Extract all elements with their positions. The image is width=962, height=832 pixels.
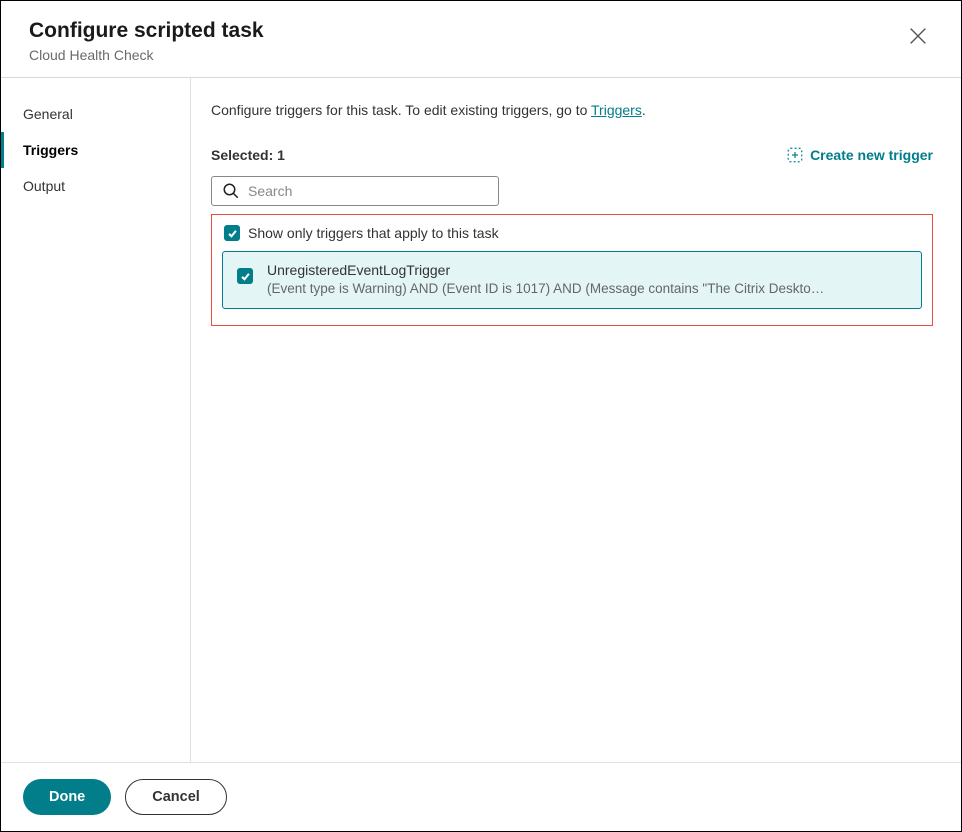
trigger-row[interactable]: UnregisteredEventLogTrigger (Event type …	[222, 251, 922, 309]
sidebar: General Triggers Output	[1, 78, 191, 762]
sidebar-item-output[interactable]: Output	[1, 168, 190, 204]
dialog-footer: Done Cancel	[1, 762, 961, 831]
add-icon	[786, 146, 804, 164]
trigger-description: (Event type is Warning) AND (Event ID is…	[267, 280, 827, 298]
main-panel: Configure triggers for this task. To edi…	[191, 78, 961, 762]
done-button[interactable]: Done	[23, 779, 111, 815]
dialog-subtitle: Cloud Health Check	[29, 47, 264, 63]
search-box[interactable]	[211, 176, 499, 206]
trigger-checkbox[interactable]	[237, 268, 253, 284]
check-icon	[227, 228, 238, 239]
create-trigger-button[interactable]: Create new trigger	[786, 146, 933, 164]
cancel-button[interactable]: Cancel	[125, 779, 227, 815]
check-icon	[240, 271, 251, 282]
filter-checkbox[interactable]	[224, 225, 240, 241]
selected-count: Selected: 1	[211, 147, 285, 163]
filter-label: Show only triggers that apply to this ta…	[248, 225, 499, 241]
highlighted-area: Show only triggers that apply to this ta…	[211, 214, 933, 326]
trigger-name: UnregisteredEventLogTrigger	[267, 262, 827, 278]
search-input[interactable]	[248, 183, 488, 199]
dialog-title: Configure scripted task	[29, 19, 264, 43]
sidebar-item-general[interactable]: General	[1, 96, 190, 132]
close-icon	[907, 25, 929, 47]
dialog-header: Configure scripted task Cloud Health Che…	[1, 1, 961, 78]
search-icon	[222, 182, 240, 200]
close-button[interactable]	[903, 21, 933, 54]
triggers-link[interactable]: Triggers	[591, 102, 642, 118]
sidebar-item-triggers[interactable]: Triggers	[1, 132, 190, 168]
instruction-text: Configure triggers for this task. To edi…	[211, 102, 933, 118]
